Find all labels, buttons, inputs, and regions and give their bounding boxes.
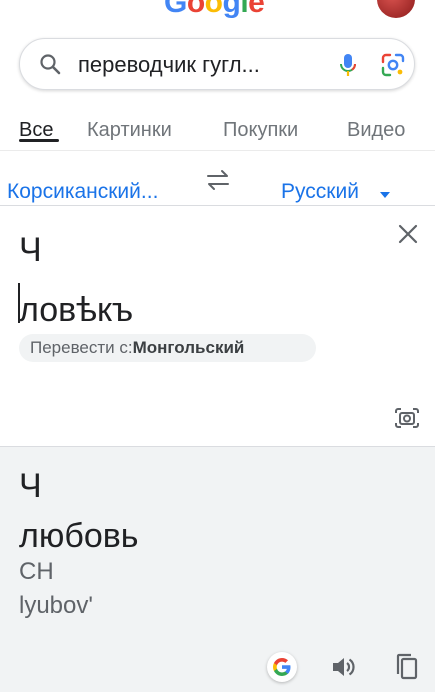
transliteration-line: CH xyxy=(19,558,54,585)
caret-down-icon[interactable] xyxy=(380,192,390,198)
search-icon[interactable] xyxy=(38,52,62,76)
language-selector: Корсиканский... Русский xyxy=(0,160,435,206)
tab-shopping[interactable]: Покупки xyxy=(223,118,298,142)
tab-images[interactable]: Картинки xyxy=(87,118,172,142)
google-logo[interactable]: Google xyxy=(164,0,265,20)
detected-language: Монгольский xyxy=(132,338,245,357)
logo-letter: g xyxy=(222,0,241,19)
search-query[interactable]: переводчик гугл... xyxy=(78,53,310,77)
google-g-icon xyxy=(273,658,291,676)
logo-letter: o xyxy=(186,0,205,19)
lens-icon[interactable] xyxy=(380,52,406,78)
detect-prefix: Перевести с: xyxy=(30,338,133,357)
source-text-input[interactable]: Ч ловѣкъ xyxy=(19,220,349,340)
text-cursor xyxy=(18,283,20,323)
tab-videos[interactable]: Видео xyxy=(347,118,405,142)
source-text-line: ловѣкъ xyxy=(19,291,134,329)
mic-icon[interactable] xyxy=(336,52,360,78)
source-text-line: Ч xyxy=(19,231,42,269)
speaker-icon[interactable] xyxy=(330,654,358,680)
transliteration: CH lyubov' xyxy=(19,555,399,623)
source-input-panel[interactable]: Ч ловѣкъ Перевести с:Монгольский xyxy=(0,206,435,445)
search-tabs: Все Картинки Покупки Видео xyxy=(0,104,435,152)
active-tab-indicator xyxy=(19,139,59,142)
logo-letter: e xyxy=(248,0,265,19)
translation-result-panel: Ч любовь CH lyubov' xyxy=(0,446,435,692)
result-line: любовь xyxy=(19,517,139,555)
camera-icon[interactable] xyxy=(394,406,420,430)
swap-languages-icon[interactable] xyxy=(205,168,231,192)
transliteration-line: lyubov' xyxy=(19,592,93,619)
result-line: Ч xyxy=(19,467,42,505)
logo-letter: G xyxy=(164,0,187,19)
logo-letter: o xyxy=(204,0,223,19)
detected-language-suggestion[interactable]: Перевести с:Монгольский xyxy=(19,334,316,362)
close-icon[interactable] xyxy=(397,223,419,245)
google-translate-page: Google переводчик гугл... Все Картинки П… xyxy=(0,0,435,692)
translation-result: Ч любовь xyxy=(19,461,399,561)
search-bar[interactable]: переводчик гугл... xyxy=(19,38,415,90)
source-language-button[interactable]: Корсиканский... xyxy=(7,180,187,204)
account-avatar[interactable] xyxy=(375,0,417,20)
logo-letter: l xyxy=(240,0,249,19)
google-g-button[interactable] xyxy=(267,652,297,682)
target-language-button[interactable]: Русский xyxy=(281,180,359,204)
copy-icon[interactable] xyxy=(395,653,419,681)
divider xyxy=(0,150,435,151)
